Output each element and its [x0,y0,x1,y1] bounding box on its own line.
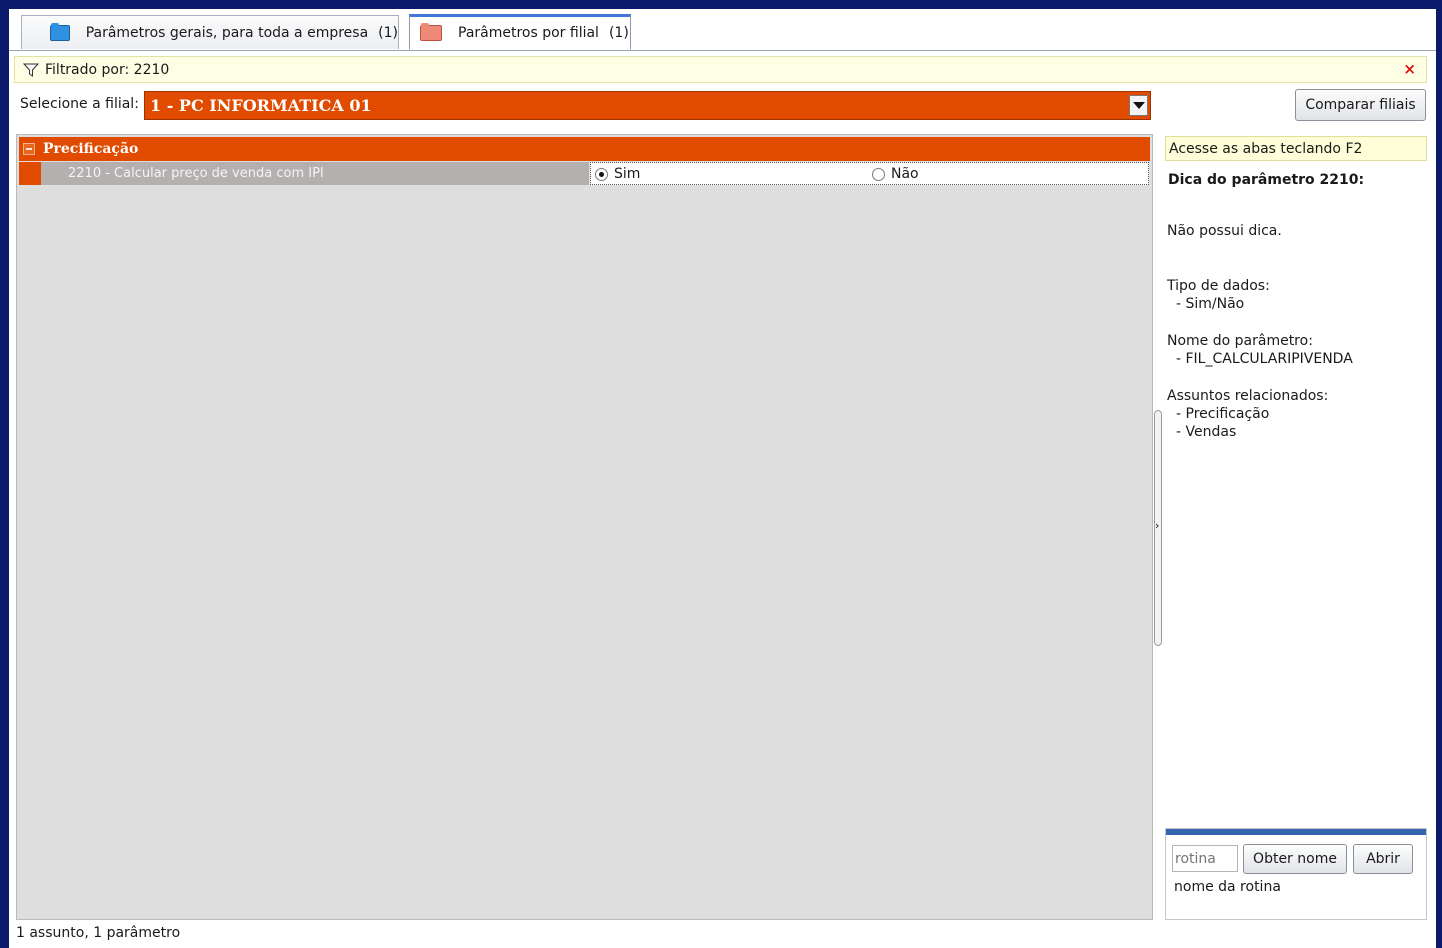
funnel-icon [23,63,39,77]
radio-nao[interactable]: Não [872,166,919,182]
tip-data-type: Tipo de dados: - Sim/Não [1167,277,1270,313]
tab-branch-count: (1) [608,25,629,41]
chevron-right-icon[interactable]: › [1155,519,1159,532]
radio-sim-label: Sim [614,166,641,182]
param-name-value: - FIL_CALCULARIPIVENDA [1176,351,1353,367]
radio-nao-label: Não [891,166,919,182]
tab-general-label: Parâmetros gerais, para toda a empresa [85,24,369,41]
branch-select-value: 1 - PC INFORMATICA 01 [150,96,372,115]
routine-input[interactable] [1172,845,1238,872]
tip-param-name: Nome do parâmetro: - FIL_CALCULARIPIVEND… [1167,332,1353,368]
compare-branches-button[interactable]: Comparar filiais [1295,89,1426,121]
parameter-name: 2210 - Calcular preço de venda com IPI [41,162,589,185]
branch-label: Selecione a filial: [20,96,139,112]
table-row[interactable]: 2210 - Calcular preço de venda com IPI S… [19,162,1150,185]
group-title: Precificação [43,141,139,157]
tab-branch-parameters[interactable]: Parâmetros por filial (1) [409,14,631,50]
panel-splitter[interactable]: › [1154,410,1162,646]
parameter-options: Sim Não [590,162,1149,185]
routine-box-bar [1166,829,1426,835]
data-type-value: - Sim/Não [1176,296,1245,312]
row-indicator [19,162,41,185]
folder-blue-icon [50,22,70,41]
branch-select[interactable]: 1 - PC INFORMATICA 01 [144,91,1151,120]
clear-filter-icon[interactable]: × [1403,60,1416,78]
collapse-icon[interactable] [23,143,35,155]
tip-no-tip: Não possui dica. [1167,223,1282,239]
routine-name-label: nome da rotina [1174,879,1281,895]
routine-box: Obter nome Abrir nome da rotina [1165,828,1427,920]
related-label: Assuntos relacionados: [1167,388,1329,404]
open-button[interactable]: Abrir [1353,844,1413,874]
tab-general-count: (1) [378,24,398,41]
parameter-grid: Precificação 2210 - Calcular preço de ve… [16,134,1153,920]
chevron-down-icon[interactable] [1129,95,1148,116]
status-bar: 1 assunto, 1 parâmetro [16,925,181,941]
related-item: - Vendas [1176,424,1237,440]
radio-selected-icon [595,167,608,181]
tab-bar: Parâmetros gerais, para toda a empresa (… [9,9,1436,51]
data-type-label: Tipo de dados: [1167,278,1270,294]
filter-text: Filtrado por: 2210 [45,61,170,78]
get-name-button[interactable]: Obter nome [1243,844,1347,874]
tip-title: Dica do parâmetro 2210: [1168,172,1365,188]
related-item: - Precificação [1176,406,1270,422]
hint-bar: Acesse as abas teclando F2 [1165,136,1427,161]
tip-related: Assuntos relacionados: - Precificação - … [1167,387,1328,441]
tab-branch-label: Parâmetros por filial [458,25,599,41]
radio-sim[interactable]: Sim [595,166,640,182]
radio-unselected-icon [872,167,885,181]
tab-general-parameters[interactable]: Parâmetros gerais, para toda a empresa (… [21,15,399,49]
folder-red-icon [420,23,442,41]
param-name-label: Nome do parâmetro: [1167,333,1313,349]
group-header[interactable]: Precificação [19,137,1150,161]
filter-bar: Filtrado por: 2210 × [14,56,1427,83]
